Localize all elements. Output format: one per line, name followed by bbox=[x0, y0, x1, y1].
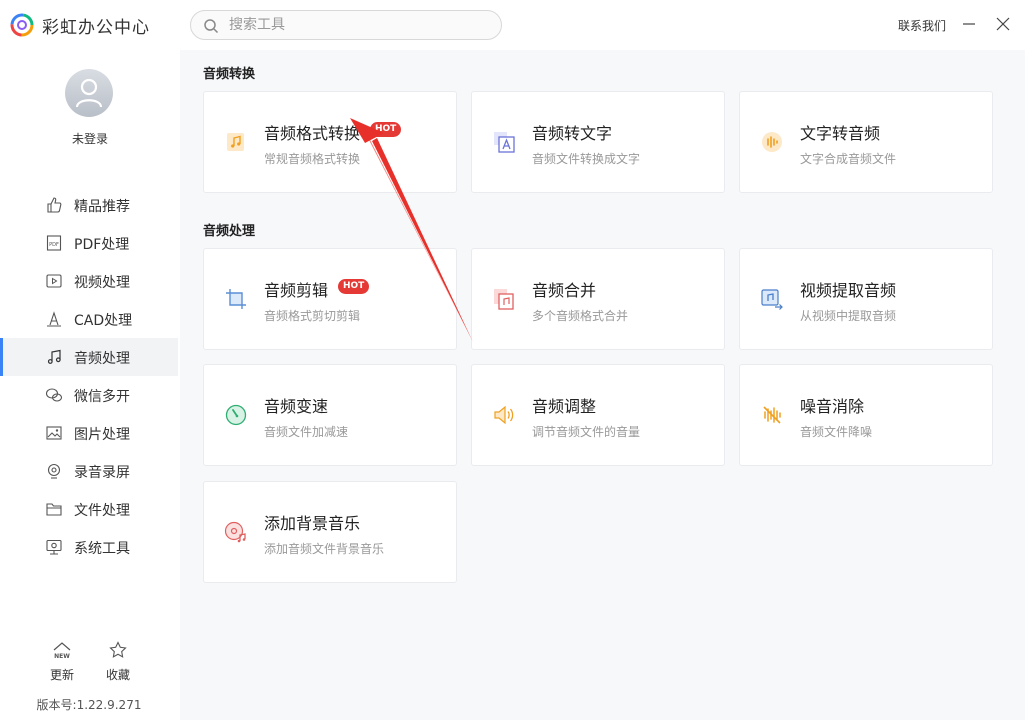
card-title: 音频转文字 bbox=[532, 124, 613, 143]
tool-card-audio-adjust[interactable]: 音频调整 调节音频文件的音量 bbox=[471, 364, 725, 466]
favorite-label: 收藏 bbox=[105, 668, 130, 682]
contact-us-link[interactable]: 联系我们 bbox=[898, 17, 946, 34]
rainbow-logo-icon bbox=[10, 13, 34, 37]
tool-card-text-to-audio[interactable]: 文字转音频 文字合成音频文件 bbox=[739, 91, 993, 193]
tool-card-audio-clip[interactable]: 音频剪辑 HOT 音频格式剪切剪辑 bbox=[203, 248, 457, 350]
sidebar-item-label: 微信多开 bbox=[74, 389, 130, 405]
update-new-icon: NEW bbox=[53, 642, 71, 660]
sidebar-nav: 精品推荐 PDF PDF处理 视频处理 CAD处理 音频处理 微信多开 图片处理 bbox=[0, 186, 180, 566]
sidebar-item-record[interactable]: 录音录屏 bbox=[0, 452, 178, 490]
update-label: 更新 bbox=[49, 668, 74, 682]
svg-text:PDF: PDF bbox=[49, 242, 59, 248]
card-title: 音频变速 bbox=[264, 397, 329, 416]
sidebar-item-image[interactable]: 图片处理 bbox=[0, 414, 178, 452]
video-play-icon bbox=[46, 274, 62, 288]
hot-badge: HOT bbox=[370, 122, 402, 137]
section-title: 音频处理 bbox=[203, 224, 256, 239]
search-box[interactable] bbox=[190, 10, 502, 40]
update-button[interactable]: NEW 更新 bbox=[42, 640, 82, 690]
card-desc: 常规音频格式转换 bbox=[264, 152, 361, 166]
minimize-icon[interactable] bbox=[959, 14, 979, 34]
sidebar-item-label: 录音录屏 bbox=[74, 465, 130, 481]
crop-icon bbox=[226, 289, 246, 309]
tool-card-video-extract-audio[interactable]: 视频提取音频 从视频中提取音频 bbox=[739, 248, 993, 350]
volume-icon bbox=[494, 405, 514, 425]
sidebar-item-label: PDF处理 bbox=[74, 237, 130, 253]
user-silhouette-icon bbox=[75, 78, 103, 108]
svg-text:NEW: NEW bbox=[54, 653, 70, 660]
sidebar: 未登录 精品推荐 PDF PDF处理 视频处理 CAD处理 音频处理 微信多开 … bbox=[0, 50, 180, 720]
card-title: 音频调整 bbox=[532, 397, 597, 416]
sidebar-item-label: CAD处理 bbox=[74, 313, 133, 329]
card-desc: 音频文件转换成文字 bbox=[532, 152, 641, 166]
card-title: 音频合并 bbox=[532, 281, 597, 300]
sidebar-item-recommended[interactable]: 精品推荐 bbox=[0, 186, 178, 224]
sidebar-item-label: 视频处理 bbox=[74, 275, 130, 291]
avatar[interactable] bbox=[65, 69, 113, 117]
wechat-icon bbox=[45, 388, 63, 402]
favorite-button[interactable]: 收藏 bbox=[98, 640, 138, 690]
cad-icon bbox=[47, 311, 61, 327]
sidebar-item-label: 系统工具 bbox=[74, 541, 130, 557]
thumbs-up-icon bbox=[47, 197, 62, 213]
version-text: 版本号:1.22.9.271 bbox=[36, 698, 142, 712]
card-desc: 音频文件加减速 bbox=[264, 425, 349, 439]
card-desc: 多个音频格式合并 bbox=[532, 309, 629, 323]
tool-card-audio-merge[interactable]: 音频合并 多个音频格式合并 bbox=[471, 248, 725, 350]
search-input[interactable] bbox=[229, 16, 489, 34]
card-title: 添加背景音乐 bbox=[264, 514, 361, 533]
record-icon bbox=[47, 463, 61, 479]
audio-file-icon bbox=[227, 133, 244, 151]
close-icon[interactable] bbox=[993, 14, 1013, 34]
speed-gauge-icon bbox=[225, 404, 247, 426]
sidebar-item-label: 文件处理 bbox=[74, 503, 130, 519]
merge-icon bbox=[494, 289, 514, 310]
tool-card-add-background-music[interactable]: 添加背景音乐 添加音频文件背景音乐 bbox=[203, 481, 457, 583]
tool-card-audio-speed[interactable]: 音频变速 音频文件加减速 bbox=[203, 364, 457, 466]
folder-icon bbox=[46, 503, 62, 516]
main-content: 音频转换 音频格式转换 HOT 常规音频格式转换 音频转文字 音频文件转换成文字… bbox=[180, 50, 1025, 720]
card-desc: 添加音频文件背景音乐 bbox=[264, 542, 385, 556]
hot-badge: HOT bbox=[338, 279, 370, 294]
title-bar: 彩虹办公中心 联系我们 bbox=[0, 0, 1025, 50]
sidebar-item-label: 图片处理 bbox=[74, 427, 130, 443]
card-title: 音频剪辑 bbox=[264, 281, 329, 300]
voice-wave-icon bbox=[762, 132, 782, 152]
star-icon bbox=[109, 641, 127, 658]
sidebar-item-video[interactable]: 视频处理 bbox=[0, 262, 178, 300]
sidebar-item-system[interactable]: 系统工具 bbox=[0, 528, 178, 566]
card-desc: 音频格式剪切剪辑 bbox=[264, 309, 361, 323]
sidebar-item-label: 精品推荐 bbox=[74, 199, 130, 215]
text-convert-icon bbox=[494, 132, 515, 153]
tool-card-audio-to-text[interactable]: 音频转文字 音频文件转换成文字 bbox=[471, 91, 725, 193]
section-title: 音频转换 bbox=[203, 67, 256, 82]
sidebar-item-cad[interactable]: CAD处理 bbox=[0, 300, 178, 338]
card-title: 文字转音频 bbox=[800, 124, 881, 143]
sidebar-item-wechat[interactable]: 微信多开 bbox=[0, 376, 178, 414]
card-desc: 调节音频文件的音量 bbox=[532, 425, 641, 439]
card-desc: 从视频中提取音频 bbox=[800, 309, 897, 323]
noise-cancel-icon bbox=[763, 406, 781, 424]
search-icon bbox=[204, 19, 219, 34]
card-desc: 文字合成音频文件 bbox=[800, 152, 897, 166]
login-status[interactable]: 未登录 bbox=[0, 130, 180, 147]
system-icon bbox=[46, 539, 62, 555]
sidebar-item-file[interactable]: 文件处理 bbox=[0, 490, 178, 528]
sidebar-item-pdf[interactable]: PDF PDF处理 bbox=[0, 224, 178, 262]
card-title: 噪音消除 bbox=[800, 397, 865, 416]
app-title: 彩虹办公中心 bbox=[42, 18, 150, 38]
card-title: 音频格式转换 bbox=[264, 124, 361, 143]
background-music-icon bbox=[224, 521, 246, 543]
card-title: 视频提取音频 bbox=[800, 281, 897, 300]
sidebar-item-label: 音频处理 bbox=[74, 351, 130, 367]
tool-card-audio-format-convert[interactable]: 音频格式转换 HOT 常规音频格式转换 bbox=[203, 91, 457, 193]
music-note-icon bbox=[47, 349, 61, 364]
extract-audio-icon bbox=[761, 289, 783, 310]
card-desc: 音频文件降噪 bbox=[800, 425, 873, 439]
tool-card-noise-removal[interactable]: 噪音消除 音频文件降噪 bbox=[739, 364, 993, 466]
pdf-icon: PDF bbox=[46, 235, 62, 251]
image-icon bbox=[46, 426, 62, 440]
sidebar-item-audio[interactable]: 音频处理 bbox=[0, 338, 178, 376]
